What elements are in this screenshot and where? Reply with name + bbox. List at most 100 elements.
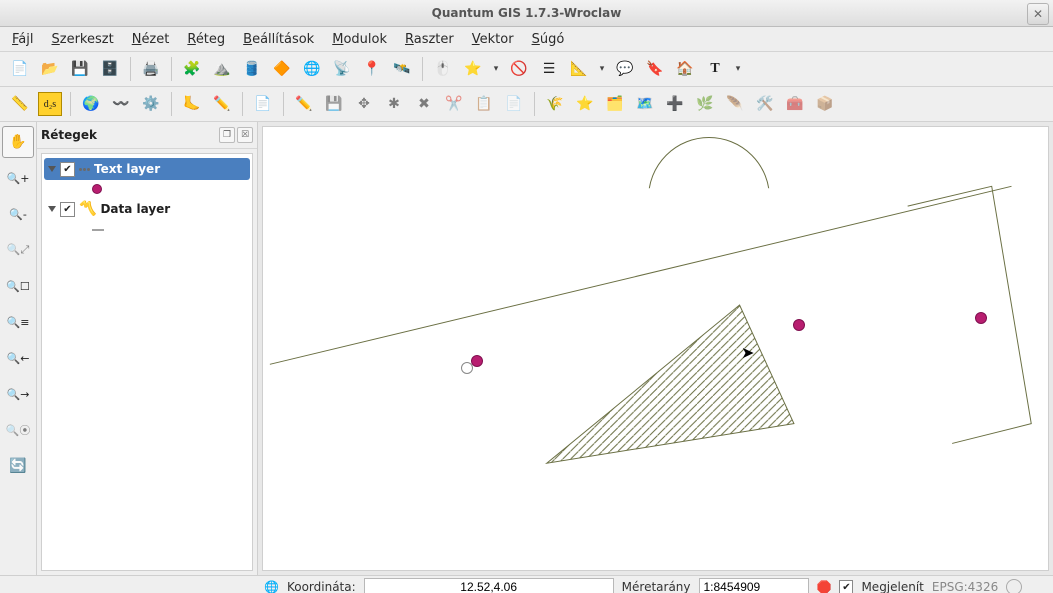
menu-plugins[interactable]: Modulok [328,30,391,49]
tbtn-pencil[interactable]: ✏️ [290,90,318,118]
tbtn-zoomsel[interactable]: 🔍☐ [2,270,34,302]
tbtn-bookmark[interactable]: 🔖 [641,55,669,83]
map-canvas[interactable]: ➤ [262,126,1049,571]
layers-panel-title: Rétegek [41,128,97,142]
globe-status-icon[interactable]: 🌐 [264,580,279,593]
tbtn-deselect[interactable]: 🚫 [505,55,533,83]
tbtn-print[interactable]: 🖨️ [137,55,165,83]
tbtn-textann-dropdown[interactable]: ▾ [731,55,745,83]
grass-icon: ⭐ [576,96,593,112]
walk-icon: 〽️ [79,201,96,217]
stop-render-icon[interactable]: 🛑 [817,580,832,593]
tbtn-grass5[interactable]: ➕ [661,90,689,118]
tbtn-select[interactable]: ⭐ [459,55,487,83]
scale-input[interactable] [699,578,809,593]
menu-view[interactable]: Nézet [128,30,174,49]
tbtn-grass2[interactable]: ⭐ [571,90,599,118]
tbtn-adddelim[interactable]: 📍 [358,55,386,83]
gps-icon: 〰️ [112,96,129,112]
tbtn-addsl[interactable]: 🔶 [268,55,296,83]
tbtn-select-dropdown[interactable]: ▾ [489,55,503,83]
tbtn-save[interactable]: 💾 [66,55,94,83]
tbtn-zoomnext[interactable]: 🔍→ [2,378,34,410]
expand-icon[interactable] [48,206,56,212]
tbtn-zoomfull[interactable]: 🔍⤢ [2,234,34,266]
tbtn-zoomout[interactable]: 🔍- [2,198,34,230]
tbtn-cut[interactable]: ✂️ [440,90,468,118]
toolbar-1: 📄 📂 💾 🗄️ 🖨️ 🧩 ⛰️ 🛢️ 🔶 🌐 📡 📍 🛰️ 🖱️ ⭐ ▾ 🚫 … [0,52,1053,87]
tbtn-globe[interactable]: 🌍 [77,90,105,118]
new-icon: 📄 [11,61,28,77]
tbtn-grass4[interactable]: 🗺️ [631,90,659,118]
tbtn-addraster[interactable]: ⛰️ [208,55,236,83]
tbtn-identify[interactable]: 🖱️ [429,55,457,83]
tbtn-zoomin[interactable]: 🔍+ [2,162,34,194]
tbtn-edit[interactable]: ✏️ [208,90,236,118]
layers-panel-header[interactable]: Rétegek ❐ ☒ [37,122,257,149]
layers-tree[interactable]: ✔ Text layer ✔ 〽️ Data layer ⎯⎯ [41,153,253,571]
save-icon: 💾 [71,61,88,77]
layer-row-data[interactable]: ✔ 〽️ Data layer [44,198,250,220]
tbtn-bookmark2[interactable]: 🏠 [671,55,699,83]
menu-vector[interactable]: Vektor [468,30,518,49]
coord-input[interactable] [364,578,614,593]
tbtn-node[interactable]: ✱ [380,90,408,118]
tbtn-grass1[interactable]: 🌾 [541,90,569,118]
render-checkbox[interactable]: ✔ [839,580,853,593]
menu-raster[interactable]: Raszter [401,30,458,49]
tbtn-measure[interactable]: 📐 [565,55,593,83]
tbtn-savee[interactable]: 💾 [320,90,348,118]
layer-checkbox-text[interactable]: ✔ [60,162,75,177]
tbtn-textann[interactable]: T [701,55,729,83]
tbtn-zoom1[interactable]: 🔍⦿ [2,414,34,446]
tbtn-maptips[interactable]: 💬 [611,55,639,83]
tbtn-copy[interactable]: 📋 [470,90,498,118]
layer-checkbox-data[interactable]: ✔ [60,202,75,217]
tbtn-addgps[interactable]: 🛰️ [388,55,416,83]
tbtn-move[interactable]: ✥ [350,90,378,118]
window-close-button[interactable]: ✕ [1027,3,1049,25]
tbtn-addwms[interactable]: 🌐 [298,55,326,83]
tbtn-zoomlayer[interactable]: 🔍≡ [2,306,34,338]
tbtn-gps[interactable]: 〰️ [107,90,135,118]
tbtn-grass9[interactable]: 🧰 [781,90,809,118]
menu-settings[interactable]: Beállítások [239,30,318,49]
tbtn-grass8[interactable]: 🛠️ [751,90,779,118]
layer-row-text[interactable]: ✔ Text layer [44,158,250,180]
panel-detach-button[interactable]: ❐ [219,127,235,143]
tbtn-measure-dropdown[interactable]: ▾ [595,55,609,83]
tbtn-pan[interactable]: ✋ [2,126,34,158]
cut-icon: ✂️ [445,96,462,112]
tbtn-newv[interactable]: 📄 [249,90,277,118]
tbtn-grass10[interactable]: 📦 [811,90,839,118]
tbtn-saveas[interactable]: 🗄️ [96,55,124,83]
tbtn-grass7[interactable]: 🪶 [721,90,749,118]
tbtn-addvector[interactable]: 🧩 [178,55,206,83]
left-toolbar: ✋ 🔍+ 🔍- 🔍⤢ 🔍☐ 🔍≡ 🔍← 🔍→ 🔍⦿ 🔄 [0,122,37,575]
tbtn-addpg[interactable]: 🛢️ [238,55,266,83]
tbtn-new[interactable]: 📄 [6,55,34,83]
panel-close-button[interactable]: ☒ [237,127,253,143]
menu-help[interactable]: Súgó [528,30,569,49]
tbtn-grass3[interactable]: 🗂️ [601,90,629,118]
tbtn-delete[interactable]: ✖ [410,90,438,118]
tbtn-addwfs[interactable]: 📡 [328,55,356,83]
tbtn-zoomlast[interactable]: 🔍← [2,342,34,374]
tbtn-ruler[interactable]: 📏 [6,90,34,118]
tbtn-gear[interactable]: ⚙️ [137,90,165,118]
tbtn-grass6[interactable]: 🌿 [691,90,719,118]
menu-edit[interactable]: Szerkeszt [48,30,118,49]
node-icon: ✱ [388,96,400,112]
tbtn-gps2[interactable]: 🦶 [178,90,206,118]
tbtn-d2s[interactable]: d₂s [36,90,64,118]
separator [130,57,131,81]
tbtn-refresh[interactable]: 🔄 [2,450,34,482]
menu-file[interactable]: Fájl [8,30,38,49]
expand-icon[interactable] [48,166,56,172]
tbtn-open[interactable]: 📂 [36,55,64,83]
tbtn-table[interactable]: ☰ [535,55,563,83]
projection-icon[interactable] [1006,579,1022,593]
grass-icon: 🌿 [696,96,713,112]
tbtn-paste[interactable]: 📄 [500,90,528,118]
menu-layer[interactable]: Réteg [183,30,229,49]
